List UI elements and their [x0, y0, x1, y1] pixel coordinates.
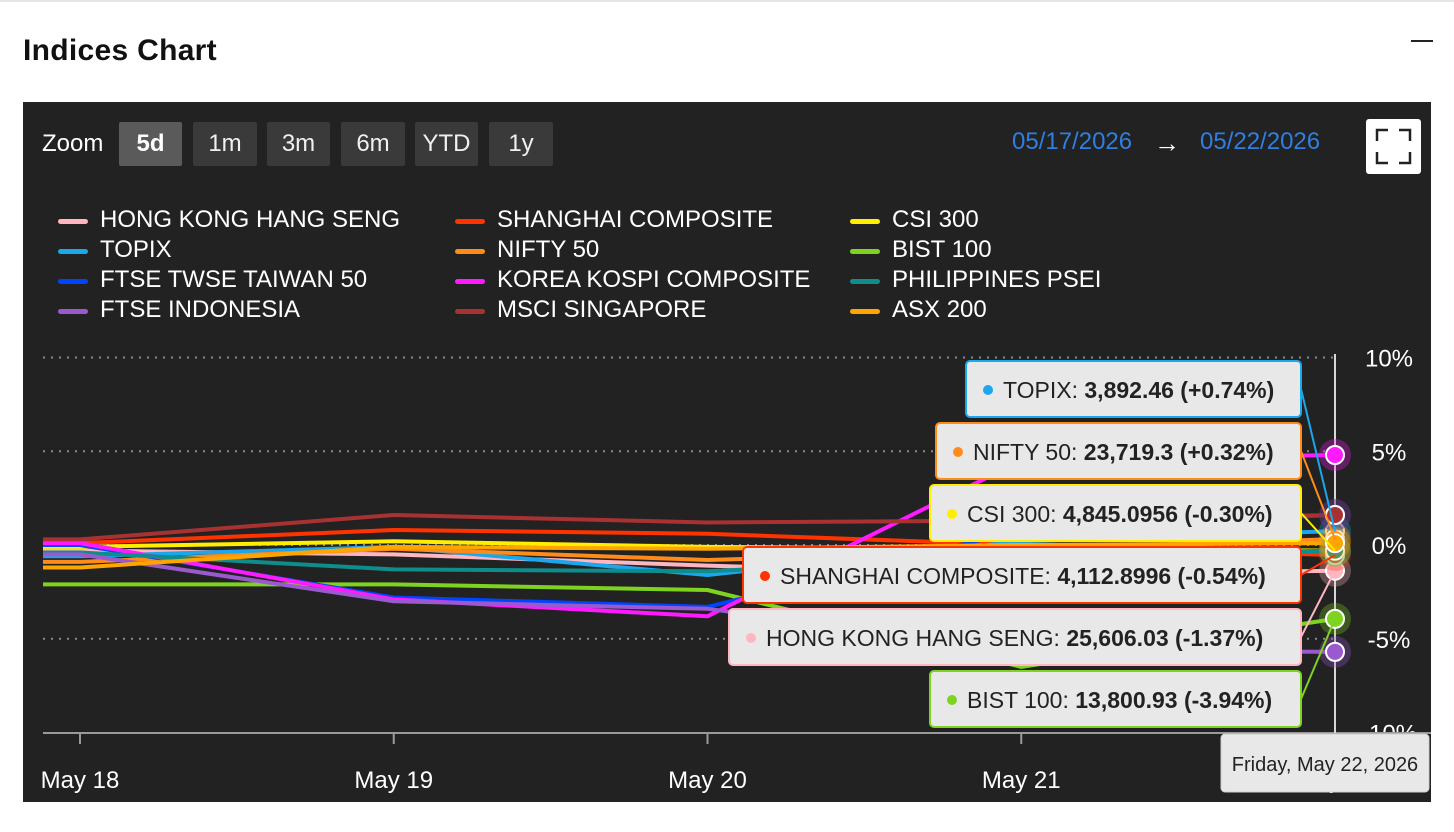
- tooltip-dot: [760, 571, 770, 581]
- marker-korea-kospi-composite: [1325, 445, 1345, 465]
- marker-ftse-indonesia: [1325, 641, 1345, 662]
- y-tick-label: -5%: [1368, 627, 1411, 654]
- tooltip-label: CSI 300:: [967, 501, 1063, 527]
- tooltip-label: HONG KONG HANG SENG:: [766, 625, 1066, 651]
- tooltip-value: 25,606.03 (-1.37%): [1066, 625, 1263, 651]
- tooltip-shanghai-composite: SHANGHAI COMPOSITE: 4,112.8996 (-0.54%): [742, 546, 1336, 604]
- tooltip-value: 3,892.46 (+0.74%): [1084, 377, 1274, 403]
- x-tick-label: May 20: [668, 767, 747, 794]
- tooltip-value: 4,112.8996 (-0.54%): [1057, 563, 1265, 589]
- line-chart: 10%5%0%-5%-10% May 18May 19May 20May 21M…: [41, 346, 1431, 794]
- tooltip-text: SHANGHAI COMPOSITE: 4,112.8996 (-0.54%): [780, 563, 1266, 589]
- tooltip-value: 13,800.93 (-3.94%): [1075, 687, 1272, 713]
- tooltip-label: NIFTY 50:: [973, 439, 1084, 465]
- tooltip-dot: [947, 695, 957, 705]
- tooltip-text: HONG KONG HANG SENG: 25,606.03 (-1.37%): [766, 625, 1263, 651]
- y-tick-label: 0%: [1372, 533, 1407, 560]
- top-divider: [0, 0, 1454, 2]
- y-tick-label: 5%: [1372, 439, 1407, 466]
- tooltip-text: CSI 300: 4,845.0956 (-0.30%): [967, 501, 1273, 527]
- tooltip-value: 23,719.3 (+0.32%): [1084, 439, 1274, 465]
- chart-panel: Zoom 5d 1m 3m 6m YTD 1y 05/17/2026 → 05/…: [23, 102, 1431, 802]
- x-tick-label: May 21: [982, 767, 1061, 794]
- y-tick-label: 10%: [1365, 346, 1413, 373]
- tooltip-value: 4,845.0956 (-0.30%): [1063, 501, 1273, 527]
- date-tooltip-text: Friday, May 22, 2026: [1232, 754, 1418, 776]
- tooltip-text: NIFTY 50: 23,719.3 (+0.32%): [973, 439, 1274, 465]
- tooltip-label: BIST 100:: [967, 687, 1075, 713]
- tooltip-dot: [983, 385, 993, 395]
- collapse-icon[interactable]: [1411, 40, 1433, 42]
- tooltip-csi-300: CSI 300: 4,845.0956 (-0.30%): [929, 484, 1336, 552]
- tooltip-dot: [953, 447, 963, 457]
- tooltip-label: SHANGHAI COMPOSITE:: [780, 563, 1057, 589]
- widget-title: Indices Chart: [23, 34, 217, 67]
- tooltip-label: TOPIX:: [1003, 377, 1084, 403]
- tooltip-text: BIST 100: 13,800.93 (-3.94%): [967, 687, 1272, 713]
- tooltip-dot: [947, 509, 957, 519]
- x-tick-label: May 19: [354, 767, 433, 794]
- x-tick-label: May 18: [41, 767, 120, 794]
- tooltip-text: TOPIX: 3,892.46 (+0.74%): [1003, 377, 1274, 403]
- tooltip-dot: [746, 633, 756, 643]
- date-tooltip: Friday, May 22, 2026: [1220, 733, 1430, 793]
